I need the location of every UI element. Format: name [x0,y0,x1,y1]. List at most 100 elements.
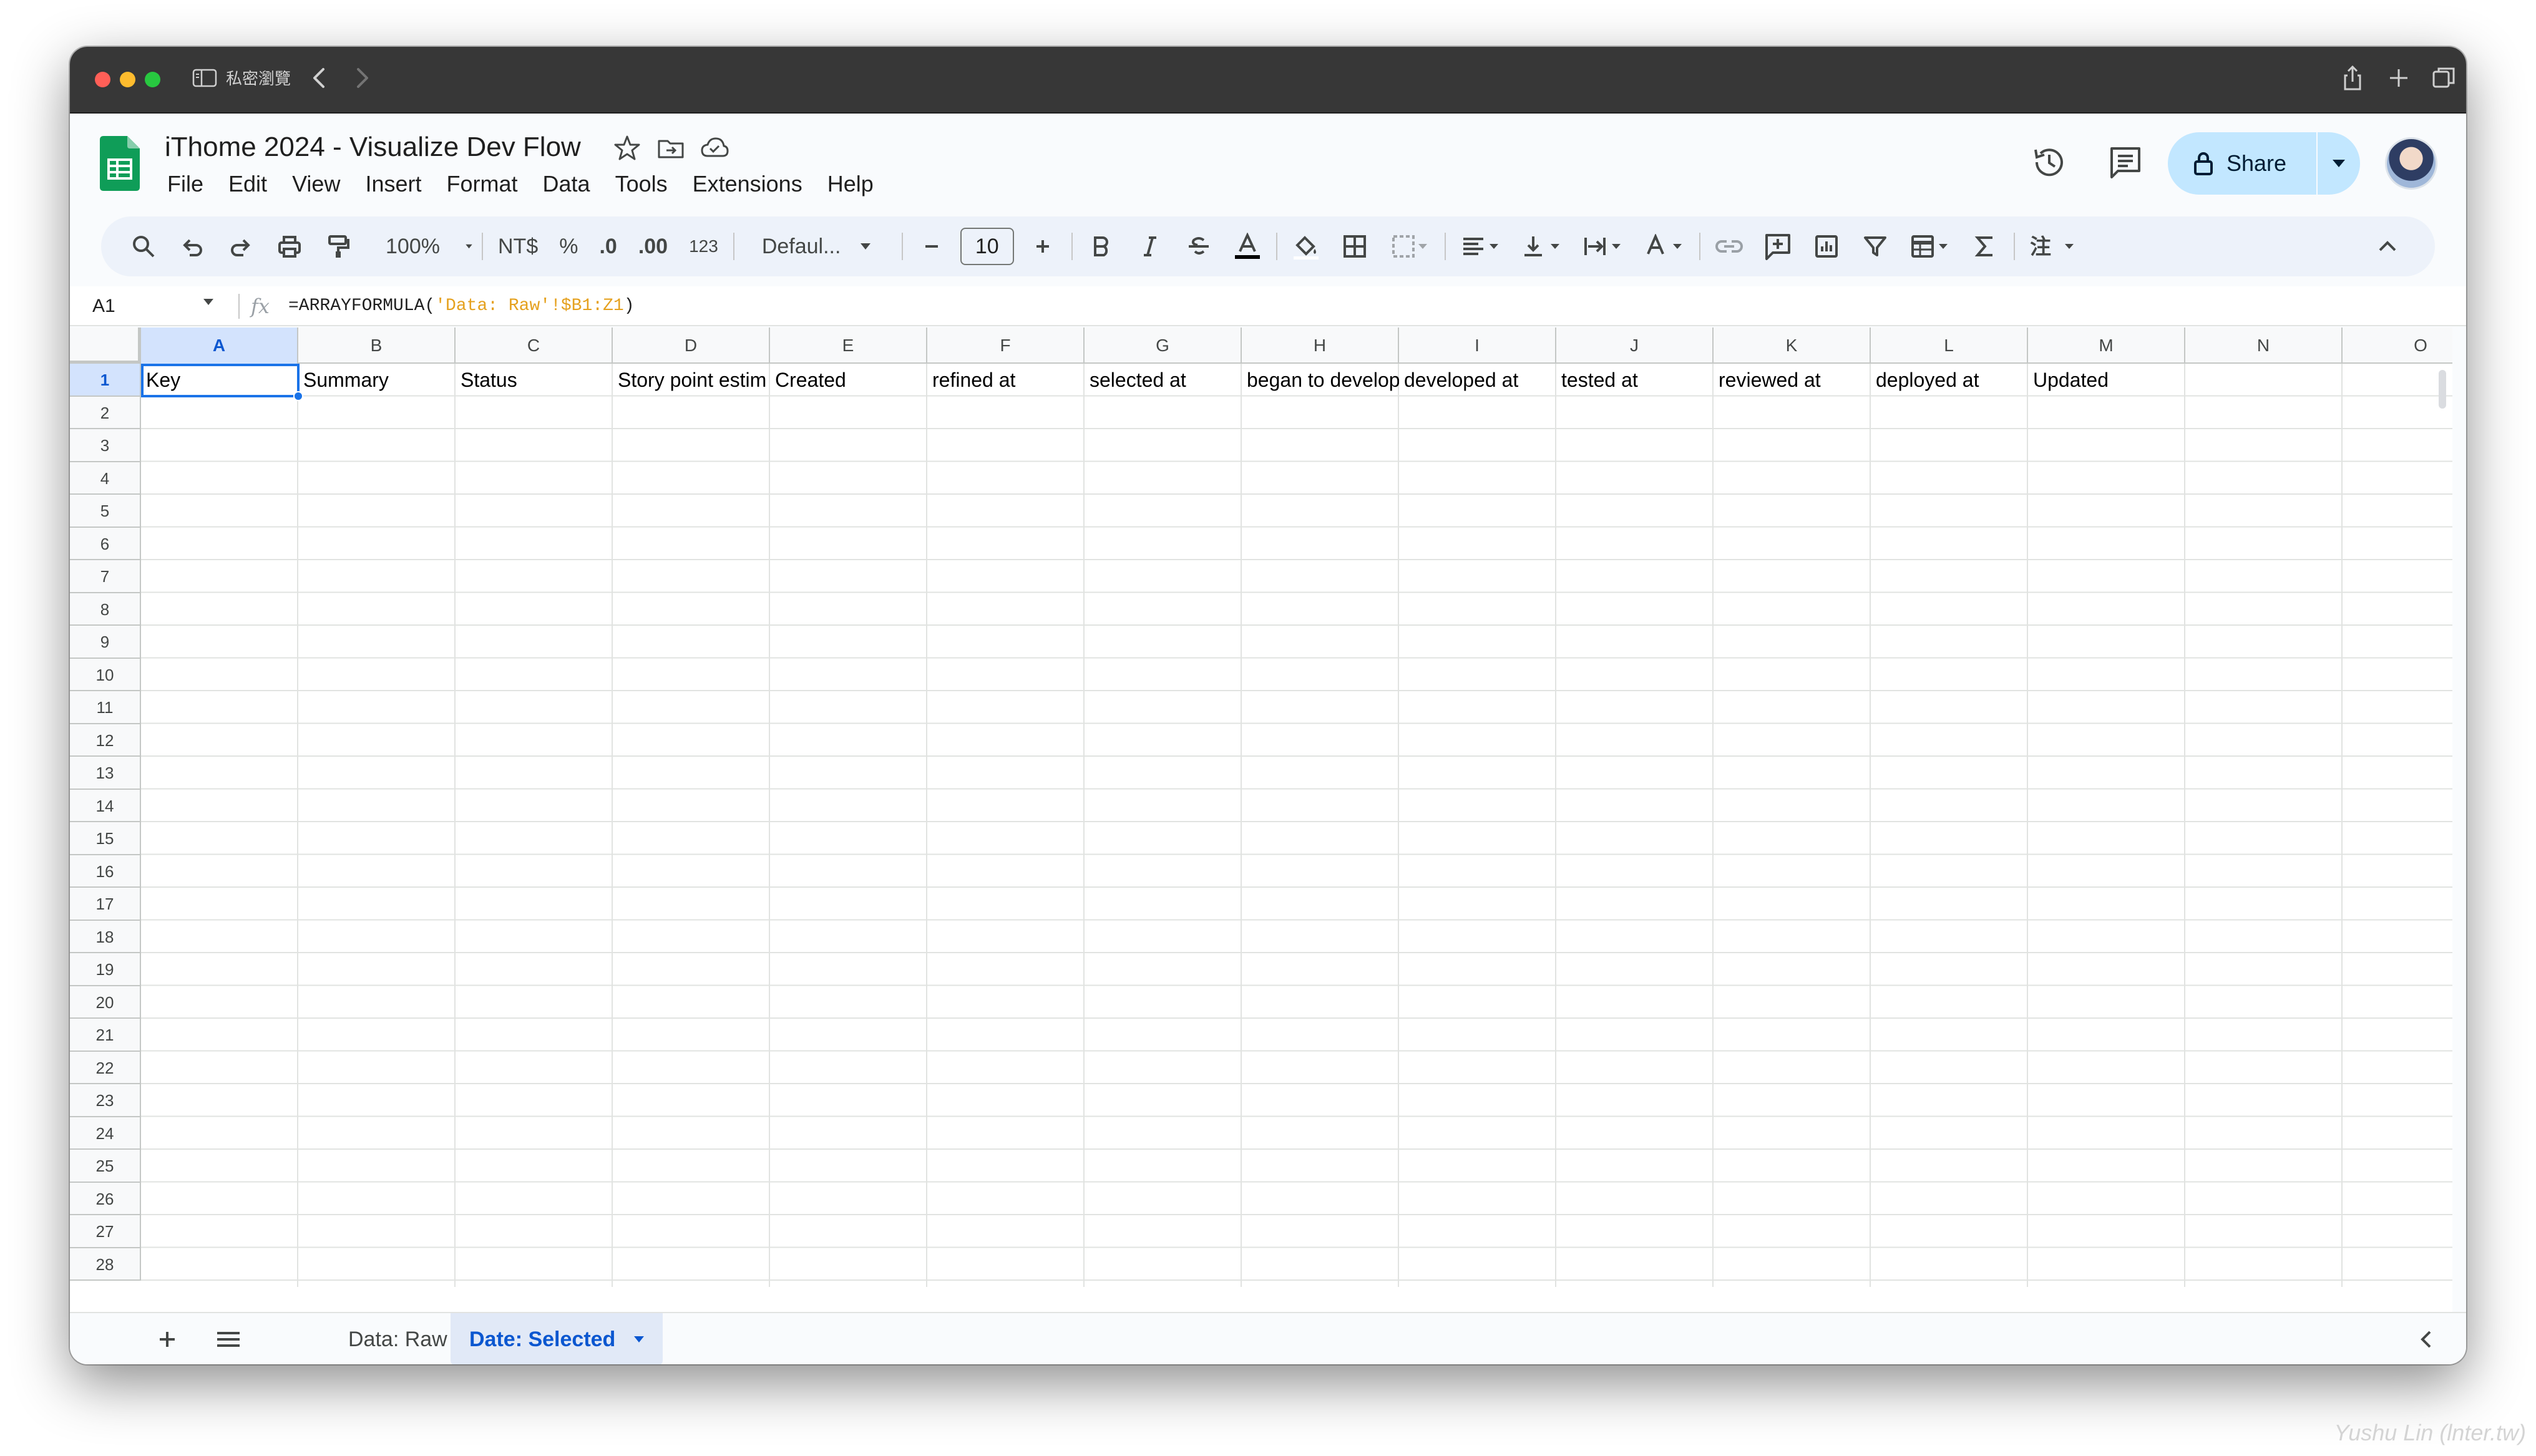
text-rotation-button[interactable] [1638,226,1690,266]
row-header-18[interactable]: 18 [70,920,141,953]
menu-insert[interactable]: Insert [353,168,434,200]
vertical-scrollbar[interactable] [2436,365,2449,1288]
fill-color-button[interactable] [1286,226,1326,266]
column-header-f[interactable]: F [927,328,1085,364]
minimize-window-button[interactable] [120,72,135,87]
borders-button[interactable] [1335,226,1375,266]
column-header-i[interactable]: I [1399,328,1556,364]
more-formats-button[interactable]: 123 [683,226,724,266]
caret-down-icon[interactable] [202,298,215,306]
row-header-2[interactable]: 2 [70,396,141,429]
sidebar-toggle-icon[interactable] [192,68,217,88]
insert-chart-button[interactable] [1807,226,1846,266]
column-header-d[interactable]: D [613,328,770,364]
search-menus-button[interactable] [124,226,163,266]
cell-e1[interactable]: Created [770,364,927,396]
column-header-k[interactable]: K [1714,328,1871,364]
percent-format-button[interactable]: % [553,226,584,266]
menu-view[interactable]: View [280,168,353,200]
row-header-13[interactable]: 13 [70,757,141,790]
fill-handle[interactable] [293,391,303,401]
select-all-corner[interactable] [70,328,141,364]
row-header-3[interactable]: 3 [70,429,141,462]
document-title[interactable]: iThome 2024 - Visualize Dev Flow [165,130,581,165]
row-header-28[interactable]: 28 [70,1248,141,1281]
cell-g1[interactable]: selected at [1085,364,1242,396]
vertical-scrollbar-thumb[interactable] [2439,370,2446,409]
new-tab-icon[interactable] [2385,64,2412,92]
all-sheets-button[interactable] [208,1319,248,1359]
row-header-1[interactable]: 1 [70,364,141,397]
sheets-logo-icon[interactable] [100,136,140,191]
move-folder-icon[interactable] [656,133,685,162]
column-header-g[interactable]: G [1085,328,1242,364]
undo-button[interactable] [172,226,212,266]
row-header-5[interactable]: 5 [70,495,141,528]
cell-m1[interactable]: Updated [2028,364,2185,396]
column-header-j[interactable]: J [1556,328,1714,364]
cell-k1[interactable]: reviewed at [1714,364,1871,396]
sheet-explore-toggle[interactable] [2406,1319,2446,1359]
hide-menus-button[interactable] [2368,226,2407,266]
row-header-24[interactable]: 24 [70,1117,141,1150]
tab-overview-icon[interactable] [2430,64,2457,92]
font-select[interactable]: Defaul... [743,226,893,266]
avatar[interactable] [2385,137,2437,190]
text-wrapping-button[interactable] [1577,226,1629,266]
row-header-4[interactable]: 4 [70,462,141,495]
cell-f1[interactable]: refined at [927,364,1085,396]
back-arrow-icon[interactable] [307,64,332,92]
text-color-button[interactable] [1227,226,1267,266]
horizontal-align-button[interactable] [1455,226,1507,266]
row-header-23[interactable]: 23 [70,1084,141,1117]
column-header-o[interactable]: O [2343,328,2452,364]
version-history-icon[interactable] [2029,142,2069,182]
menu-format[interactable]: Format [434,168,530,200]
row-header-25[interactable]: 25 [70,1150,141,1183]
row-header-16[interactable]: 16 [70,855,141,888]
row-header-12[interactable]: 12 [70,724,141,757]
font-size-value[interactable]: 10 [960,228,1014,265]
row-header-7[interactable]: 7 [70,560,141,593]
paint-format-button[interactable] [318,226,358,266]
cell-n1[interactable] [2185,364,2343,396]
row-header-15[interactable]: 15 [70,822,141,855]
forward-arrow-icon[interactable] [349,64,374,92]
cloud-saved-icon[interactable] [700,133,729,162]
decrease-font-size-button[interactable] [912,226,952,266]
share-page-icon[interactable] [2339,64,2366,92]
vertical-align-button[interactable] [1516,226,1568,266]
strikethrough-button[interactable] [1179,226,1219,266]
menu-data[interactable]: Data [530,168,603,200]
zoom-window-button[interactable] [145,72,160,87]
menu-file[interactable]: File [165,168,216,200]
share-options-button[interactable] [2318,158,2360,168]
zoom-select[interactable]: 100% [367,226,473,266]
merge-cells-button[interactable] [1383,226,1436,266]
row-header-26[interactable]: 26 [70,1182,141,1215]
bold-button[interactable] [1081,226,1121,266]
column-header-n[interactable]: N [2185,328,2343,364]
menu-help[interactable]: Help [815,168,886,200]
row-header-8[interactable]: 8 [70,593,141,626]
column-header-a[interactable]: A [141,328,298,364]
menu-tools[interactable]: Tools [603,168,680,200]
cell-d1[interactable]: Story point estim [613,364,770,396]
functions-button[interactable] [1965,226,2005,266]
cell-j1[interactable]: tested at [1556,364,1714,396]
share-main-button[interactable]: Share [2168,132,2318,195]
row-header-19[interactable]: 19 [70,953,141,986]
row-header-22[interactable]: 22 [70,1051,141,1084]
row-header-11[interactable]: 11 [70,691,141,724]
input-tools-button[interactable]: 注 [2024,226,2084,266]
add-sheet-button[interactable] [147,1319,187,1359]
close-window-button[interactable] [95,72,110,87]
name-box[interactable]: A1 [92,290,230,323]
cell-c1[interactable]: Status [456,364,613,396]
column-header-b[interactable]: B [298,328,456,364]
cell-b1[interactable]: Summary [298,364,456,396]
cell-h1[interactable]: began to develop [1242,364,1399,396]
menu-edit[interactable]: Edit [216,168,280,200]
caret-down-icon[interactable] [633,1335,645,1344]
cell-area[interactable]: Key Summary Status Story point estim Created… [141,364,2452,1287]
